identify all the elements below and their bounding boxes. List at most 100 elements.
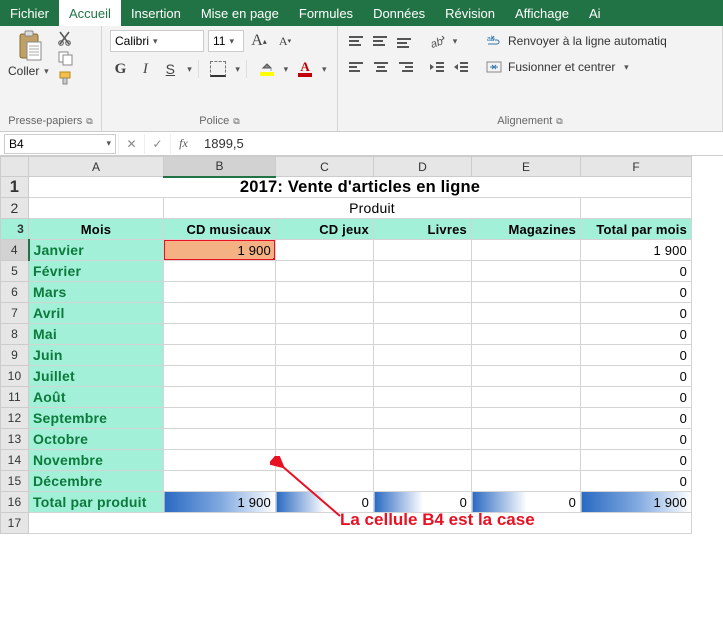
cell[interactable]: 0 bbox=[472, 492, 581, 513]
cell[interactable]: Total par produit bbox=[29, 492, 164, 513]
cell[interactable] bbox=[29, 513, 692, 534]
format-painter-icon[interactable] bbox=[57, 70, 75, 86]
align-top-icon[interactable] bbox=[346, 30, 368, 52]
row-header[interactable]: 13 bbox=[1, 429, 29, 450]
paste-button[interactable]: Coller▾ bbox=[8, 30, 51, 78]
cell[interactable] bbox=[472, 408, 581, 429]
cell[interactable] bbox=[164, 429, 276, 450]
cell[interactable] bbox=[472, 429, 581, 450]
cell[interactable]: 2017: Vente d'articles en ligne bbox=[29, 177, 692, 198]
cell[interactable]: Janvier bbox=[29, 240, 164, 261]
tab-affichage[interactable]: Affichage bbox=[505, 0, 579, 26]
cell[interactable]: Septembre bbox=[29, 408, 164, 429]
row-header[interactable]: 11 bbox=[1, 387, 29, 408]
cut-icon[interactable] bbox=[57, 30, 75, 46]
fill-color-button[interactable] bbox=[256, 58, 277, 80]
cell[interactable] bbox=[164, 261, 276, 282]
cell[interactable]: Mai bbox=[29, 324, 164, 345]
cell[interactable]: 0 bbox=[581, 366, 692, 387]
cell[interactable] bbox=[374, 303, 472, 324]
align-right-icon[interactable] bbox=[394, 56, 416, 78]
cell[interactable]: Produit bbox=[164, 198, 581, 219]
row-header[interactable]: 10 bbox=[1, 366, 29, 387]
cell[interactable]: 0 bbox=[581, 450, 692, 471]
cell[interactable] bbox=[374, 429, 472, 450]
align-middle-icon[interactable] bbox=[370, 30, 392, 52]
cell[interactable]: Total par mois bbox=[581, 219, 692, 240]
cell[interactable]: 0 bbox=[581, 408, 692, 429]
cell[interactable] bbox=[29, 198, 164, 219]
cell[interactable] bbox=[164, 408, 276, 429]
cell[interactable] bbox=[472, 387, 581, 408]
underline-button[interactable]: S bbox=[160, 58, 181, 80]
cell[interactable] bbox=[374, 261, 472, 282]
tab-fichier[interactable]: Fichier bbox=[0, 0, 59, 26]
font-color-button[interactable]: A bbox=[295, 58, 316, 80]
cell[interactable]: 1 900 bbox=[581, 492, 692, 513]
col-header-F[interactable]: F bbox=[581, 157, 692, 177]
bold-button[interactable]: G bbox=[110, 58, 131, 80]
tab-overflow[interactable]: Ai bbox=[579, 0, 611, 26]
row-header[interactable]: 17 bbox=[1, 513, 29, 534]
col-header-B[interactable]: B bbox=[164, 157, 276, 177]
cell[interactable] bbox=[374, 387, 472, 408]
cell[interactable] bbox=[374, 345, 472, 366]
wrap-text-button[interactable]: ab Renvoyer à la ligne automatiq bbox=[482, 30, 671, 52]
cell[interactable] bbox=[472, 345, 581, 366]
cell[interactable] bbox=[276, 429, 374, 450]
cell[interactable] bbox=[164, 450, 276, 471]
cell[interactable] bbox=[472, 261, 581, 282]
cell[interactable] bbox=[581, 198, 692, 219]
col-header-D[interactable]: D bbox=[374, 157, 472, 177]
cell[interactable] bbox=[472, 450, 581, 471]
cell[interactable]: 0 bbox=[581, 303, 692, 324]
chevron-down-icon[interactable]: ▾ bbox=[281, 64, 290, 75]
cell[interactable]: Décembre bbox=[29, 471, 164, 492]
cell[interactable]: 0 bbox=[276, 492, 374, 513]
cell[interactable]: Avril bbox=[29, 303, 164, 324]
chevron-down-icon[interactable]: ▾ bbox=[621, 62, 631, 73]
copy-icon[interactable] bbox=[57, 50, 75, 66]
row-header[interactable]: 7 bbox=[1, 303, 29, 324]
select-all-corner[interactable] bbox=[1, 157, 29, 177]
cell[interactable]: 0 bbox=[581, 324, 692, 345]
cell[interactable] bbox=[164, 303, 276, 324]
cell[interactable]: 0 bbox=[581, 471, 692, 492]
row-header[interactable]: 15 bbox=[1, 471, 29, 492]
cell[interactable] bbox=[164, 345, 276, 366]
cell-B4[interactable]: 1 900 bbox=[164, 240, 276, 261]
row-header[interactable]: 8 bbox=[1, 324, 29, 345]
cell[interactable] bbox=[276, 303, 374, 324]
dialog-launcher-icon[interactable]: ⧉ bbox=[233, 116, 239, 127]
cell[interactable] bbox=[276, 282, 374, 303]
spreadsheet-grid[interactable]: A B C D E F 12017: Vente d'articles en l… bbox=[0, 156, 723, 534]
cell[interactable] bbox=[472, 324, 581, 345]
cell[interactable]: Octobre bbox=[29, 429, 164, 450]
name-box[interactable]: B4▾ bbox=[4, 134, 116, 154]
cell[interactable] bbox=[374, 282, 472, 303]
cell[interactable] bbox=[276, 408, 374, 429]
cell[interactable]: 0 bbox=[374, 492, 472, 513]
cell[interactable] bbox=[164, 387, 276, 408]
row-header[interactable]: 9 bbox=[1, 345, 29, 366]
cancel-formula-icon[interactable]: ✕ bbox=[118, 134, 144, 154]
cell[interactable] bbox=[164, 471, 276, 492]
tab-insertion[interactable]: Insertion bbox=[121, 0, 191, 26]
accept-formula-icon[interactable]: ✓ bbox=[144, 134, 170, 154]
tab-formules[interactable]: Formules bbox=[289, 0, 363, 26]
decrease-font-icon[interactable]: A▾ bbox=[274, 30, 296, 52]
row-header[interactable]: 5 bbox=[1, 261, 29, 282]
row-header[interactable]: 4 bbox=[1, 240, 29, 261]
cell[interactable] bbox=[276, 471, 374, 492]
tab-accueil[interactable]: Accueil bbox=[59, 0, 121, 26]
borders-button[interactable] bbox=[208, 58, 229, 80]
cell[interactable]: Livres bbox=[374, 219, 472, 240]
italic-button[interactable]: I bbox=[135, 58, 156, 80]
row-header[interactable]: 6 bbox=[1, 282, 29, 303]
cell[interactable] bbox=[276, 366, 374, 387]
cell[interactable] bbox=[472, 303, 581, 324]
cell[interactable]: 0 bbox=[581, 345, 692, 366]
tab-mise-en-page[interactable]: Mise en page bbox=[191, 0, 289, 26]
align-center-icon[interactable] bbox=[370, 56, 392, 78]
cell[interactable] bbox=[472, 471, 581, 492]
